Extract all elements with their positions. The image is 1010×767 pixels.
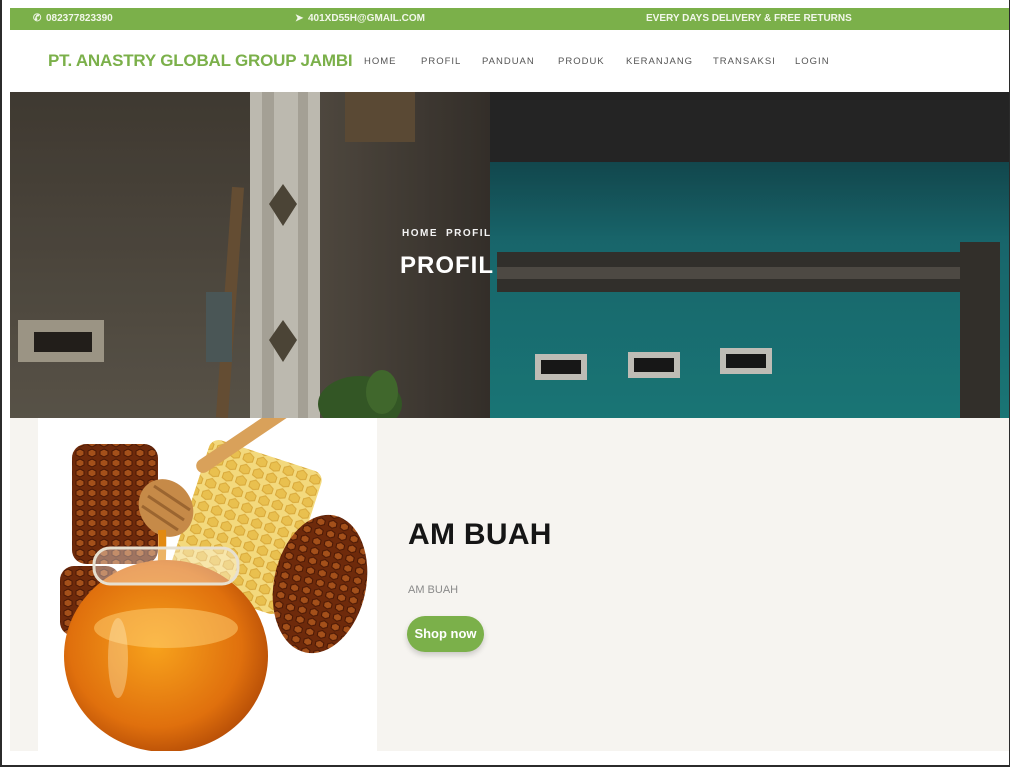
screenshot-frame (0, 0, 1010, 767)
